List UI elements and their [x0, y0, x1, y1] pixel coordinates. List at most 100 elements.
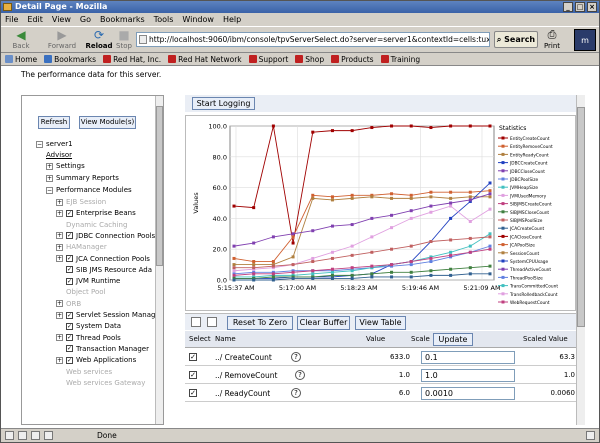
module-checkbox[interactable]: ✓: [66, 232, 73, 240]
expand-icon[interactable]: +: [56, 209, 63, 217]
tree-node-advisor[interactable]: Advisor: [46, 150, 72, 160]
tree-node-module[interactable]: + ✓ Servlet Session Manager: [56, 310, 163, 320]
menu-file[interactable]: File: [5, 15, 18, 24]
tree-node-summary-reports[interactable]: + Summary Reports: [46, 173, 119, 183]
start-logging-button[interactable]: Start Logging: [192, 97, 255, 110]
row-select-checkbox[interactable]: ✓: [189, 389, 197, 397]
scale-input[interactable]: 1.0: [421, 369, 515, 382]
tree-node-module[interactable]: + ✓ Web Applications: [56, 355, 136, 365]
print-button[interactable]: ⎙ Print: [541, 28, 563, 52]
expand-icon[interactable]: +: [56, 334, 63, 342]
close-button[interactable]: ×: [587, 2, 597, 12]
menu-go[interactable]: Go: [80, 15, 91, 24]
row-select-checkbox[interactable]: ✓: [189, 353, 197, 361]
update-button[interactable]: Update: [433, 333, 473, 346]
reload-button[interactable]: ⟳ Reload: [83, 28, 115, 52]
module-checkbox[interactable]: ✓: [66, 356, 73, 364]
bookmark-home[interactable]: Home: [5, 55, 37, 64]
tree-node-module[interactable]: ✓ JVM Runtime: [56, 276, 120, 286]
tree-node-module[interactable]: + EJB Session: [56, 197, 106, 207]
tree-node-server[interactable]: − server1: [36, 139, 73, 149]
expand-icon[interactable]: +: [56, 255, 63, 262]
expand-icon[interactable]: +: [46, 174, 53, 182]
scale-input[interactable]: 0.1: [421, 351, 515, 364]
scroll-thumb[interactable]: [577, 107, 585, 327]
bookmark-redhat[interactable]: Red Hat, Inc.: [103, 55, 161, 64]
paste-icon[interactable]: [207, 317, 217, 327]
module-checkbox[interactable]: ✓: [66, 334, 73, 342]
tree-node-module[interactable]: ✓ SIB JMS Resource Ada: [66, 265, 152, 275]
mail-icon[interactable]: [5, 431, 14, 440]
menu-help[interactable]: Help: [223, 15, 241, 24]
tree-node-module[interactable]: + HAManager: [56, 242, 107, 252]
expand-icon[interactable]: +: [46, 162, 53, 170]
bookmark-bookmarks[interactable]: Bookmarks: [44, 55, 96, 64]
bookmark-support[interactable]: Support: [248, 55, 288, 64]
tree-node-module[interactable]: + ORB: [56, 299, 81, 309]
tree-node-performance-modules[interactable]: − Performance Modules: [46, 185, 132, 195]
expand-icon[interactable]: +: [56, 232, 63, 240]
tree-node-module[interactable]: + ✓ Thread Pools: [56, 333, 121, 343]
tree-node-module[interactable]: + ✓ Enterprise Beans: [56, 208, 136, 218]
expand-icon[interactable]: +: [56, 243, 63, 251]
reset-to-zero-button[interactable]: Reset To Zero: [227, 316, 293, 330]
tree-node-module[interactable]: Web services: [56, 367, 112, 377]
expand-icon[interactable]: +: [56, 311, 63, 319]
tree-node-settings[interactable]: + Settings: [46, 161, 85, 171]
scroll-thumb[interactable]: [156, 106, 163, 266]
tree-node-module[interactable]: Dynamic Caching: [56, 220, 127, 230]
composer-icon[interactable]: [18, 431, 27, 440]
menu-window[interactable]: Window: [182, 15, 214, 24]
menu-tools[interactable]: Tools: [154, 15, 174, 24]
scaled-value: 63.3: [559, 353, 575, 361]
tree-scrollbar[interactable]: [155, 96, 163, 424]
tree-node-module[interactable]: ✓ System Data: [56, 321, 121, 331]
expand-icon[interactable]: +: [56, 198, 63, 206]
module-checkbox[interactable]: ✓: [66, 277, 73, 285]
maximize-button[interactable]: □: [575, 2, 585, 12]
minimize-button[interactable]: _: [563, 2, 573, 12]
module-checkbox[interactable]: ✓: [66, 209, 73, 217]
forward-button[interactable]: ▶ Forward: [43, 28, 81, 52]
menu-edit[interactable]: Edit: [27, 15, 43, 24]
copy-icon[interactable]: [191, 317, 201, 327]
search-button[interactable]: ⌕ Search: [494, 31, 538, 48]
bookmark-training[interactable]: Training: [380, 55, 420, 64]
view-table-button[interactable]: View Table: [355, 316, 406, 330]
back-button[interactable]: ◀ Back: [5, 28, 37, 52]
url-field[interactable]: http://localhost:9060/ibm/console/tpvSer…: [136, 32, 490, 47]
menu-bookmarks[interactable]: Bookmarks: [100, 15, 145, 24]
tree-node-module[interactable]: ✓ Transaction Manager: [56, 344, 149, 354]
stop-button[interactable]: ■ Stop: [113, 28, 135, 52]
module-checkbox[interactable]: ✓: [66, 266, 73, 274]
data-point: [468, 272, 472, 276]
clear-buffer-button[interactable]: Clear Buffer: [297, 316, 350, 330]
tree-node-module[interactable]: + ✓ JCA Connection Pools: [56, 254, 150, 264]
bookmark-redhat-network[interactable]: Red Hat Network: [168, 55, 242, 64]
module-checkbox[interactable]: ✓: [66, 255, 73, 262]
menu-view[interactable]: View: [52, 15, 71, 24]
tree-node-module[interactable]: Object Pool: [56, 287, 106, 297]
expand-icon[interactable]: +: [56, 300, 63, 308]
help-icon[interactable]: ?: [291, 388, 301, 398]
help-icon[interactable]: ?: [295, 370, 305, 380]
scale-input[interactable]: 0.0010: [421, 387, 515, 400]
bookmark-shop[interactable]: Shop: [295, 55, 324, 64]
module-checkbox[interactable]: ✓: [66, 345, 73, 353]
refresh-button[interactable]: Refresh: [38, 116, 70, 129]
chat-icon[interactable]: [44, 431, 53, 440]
address-book-icon[interactable]: [31, 431, 40, 440]
tree-node-module[interactable]: Web services Gateway: [56, 378, 145, 388]
collapse-icon[interactable]: −: [36, 140, 43, 148]
view-modules-button[interactable]: View Module(s): [79, 116, 136, 129]
legend-entry: TransRolledbackCount: [509, 292, 558, 298]
module-checkbox[interactable]: ✓: [66, 322, 73, 330]
main-scrollbar[interactable]: [576, 95, 585, 425]
help-icon[interactable]: ?: [291, 352, 301, 362]
expand-icon[interactable]: +: [56, 356, 63, 364]
collapse-icon[interactable]: −: [46, 186, 53, 194]
module-checkbox[interactable]: ✓: [66, 311, 73, 319]
bookmark-products[interactable]: Products: [331, 55, 374, 64]
row-select-checkbox[interactable]: ✓: [189, 371, 197, 379]
tree-node-module[interactable]: + ✓ JDBC Connection Pools: [56, 231, 155, 241]
